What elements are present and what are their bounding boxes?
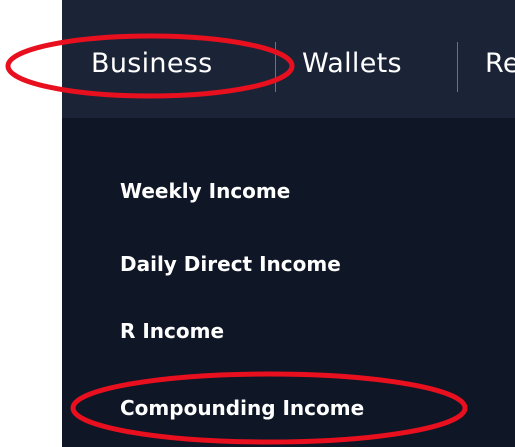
nav-tab-wallets[interactable]: Wallets [302,44,402,84]
nav-divider [275,42,276,92]
nav-tab-truncated[interactable]: Re [485,44,515,84]
menu-item-r-income[interactable]: R Income [120,317,224,345]
app-screenshot: Business Wallets Re Weekly Income Daily … [0,0,515,447]
menu-item-daily-direct-income[interactable]: Daily Direct Income [120,250,341,278]
nav-divider [457,42,458,92]
menu-item-weekly-income[interactable]: Weekly Income [120,177,290,205]
menu-item-compounding-income[interactable]: Compounding Income [120,394,364,422]
nav-tab-business[interactable]: Business [91,44,212,84]
